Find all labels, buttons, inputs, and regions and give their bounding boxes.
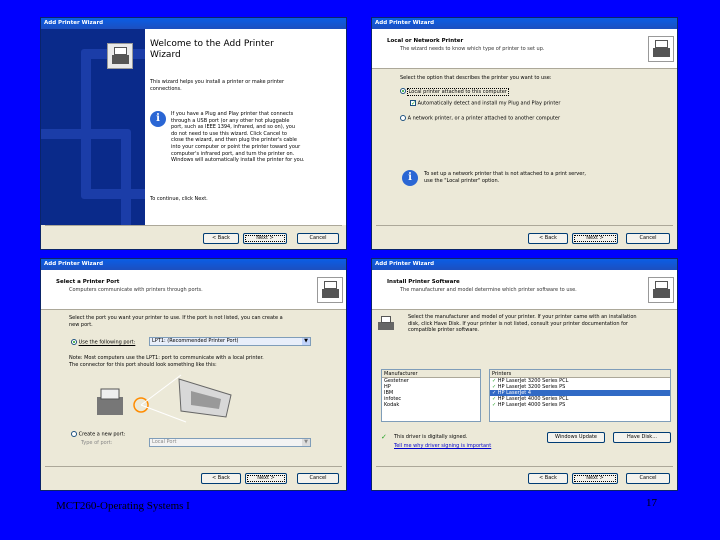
use-port-radio[interactable]	[71, 339, 77, 345]
page-heading: Select a Printer Port	[56, 279, 120, 285]
back-button[interactable]: < Back	[528, 473, 568, 484]
printer-port-wizard-window: Add Printer Wizard Select a Printer Port…	[40, 258, 347, 491]
manufacturer-header[interactable]: Manufacturer	[382, 370, 480, 378]
list-item[interactable]: Kodak	[382, 402, 480, 408]
network-printer-option[interactable]: A network printer, or a printer attached…	[400, 115, 560, 122]
network-printer-label: A network printer, or a printer attached…	[407, 115, 561, 122]
signed-text: This driver is digitally signed.	[394, 434, 468, 440]
use-port-option[interactable]: Use the following port:	[71, 339, 135, 346]
info-text: To set up a network printer that is not …	[424, 171, 586, 184]
page-subheading: Computers communicate with printers thro…	[69, 287, 203, 293]
auto-detect-option[interactable]: ✓ Automatically detect and install my Pl…	[410, 100, 560, 107]
back-button[interactable]: < Back	[203, 233, 239, 244]
use-port-label: Use the following port:	[78, 339, 136, 346]
printers-header[interactable]: Printers	[490, 370, 670, 378]
cancel-button[interactable]: Cancel	[626, 473, 670, 484]
local-printer-label: Local printer attached to this computer	[406, 87, 509, 96]
manufacturer-list[interactable]: Manufacturer Gestetner HP IBM infotec Ko…	[381, 369, 481, 422]
port-dropdown-value: LPT1: (Recommended Printer Port)	[152, 338, 239, 344]
auto-detect-label: Automatically detect and install my Plug…	[417, 100, 561, 107]
title-bar: Add Printer Wizard	[41, 18, 346, 29]
network-printer-radio[interactable]	[400, 115, 406, 121]
printers-list[interactable]: Printers ✓ HP LaserJet 3200 Series PCL ✓…	[489, 369, 671, 422]
welcome-wizard-window: Add Printer Wizard Welcome to the Add Pr…	[40, 17, 347, 250]
create-port-option[interactable]: Create a new port:	[71, 431, 125, 438]
printer-icon	[107, 43, 133, 69]
printer-small-icon	[376, 314, 396, 332]
software-prompt: Select the manufacturer and model of you…	[408, 314, 637, 334]
port-type-dropdown[interactable]: Local Port ▼	[149, 438, 311, 447]
printer-software-wizard-window: Add Printer Wizard Install Printer Softw…	[371, 258, 678, 491]
welcome-panel: Welcome to the Add Printer Wizard This w…	[145, 29, 346, 225]
local-printer-option[interactable]: Local printer attached to this computer	[400, 87, 509, 96]
create-port-radio[interactable]	[71, 431, 77, 437]
port-type-label: Type of port:	[81, 440, 113, 446]
windows-update-button[interactable]: Windows Update	[547, 432, 605, 443]
wizard-side-art	[41, 29, 145, 225]
title-bar: Add Printer Wizard	[372, 18, 677, 29]
printer-icon	[317, 277, 343, 303]
cancel-button[interactable]: Cancel	[297, 233, 339, 244]
auto-detect-checkbox[interactable]: ✓	[410, 100, 416, 107]
callout-line	[140, 404, 187, 423]
port-dropdown[interactable]: LPT1: (Recommended Printer Port) ▼	[149, 337, 311, 346]
printer-icon	[648, 277, 674, 303]
info-text: If you have a Plug and Play printer that…	[171, 111, 305, 164]
next-button[interactable]: Next >	[245, 473, 287, 484]
printer-body	[97, 397, 123, 415]
info-icon: i	[150, 111, 166, 127]
decorative-ring	[81, 49, 145, 199]
next-button[interactable]: Next >	[243, 233, 287, 244]
cancel-button[interactable]: Cancel	[297, 473, 339, 484]
page-number: 17	[646, 497, 657, 509]
cancel-button[interactable]: Cancel	[626, 233, 670, 244]
page-heading: Install Printer Software	[387, 279, 460, 285]
info-icon: i	[402, 170, 418, 186]
printer-icon	[648, 36, 674, 62]
local-printer-radio[interactable]	[400, 88, 406, 94]
title-bar: Add Printer Wizard	[372, 259, 677, 270]
chevron-down-icon[interactable]: ▼	[302, 338, 310, 345]
port-type-value: Local Port	[152, 439, 177, 445]
list-item[interactable]: ✓ HP LaserJet 4000 Series PS	[490, 402, 670, 408]
page-subheading: The manufacturer and model determine whi…	[400, 287, 577, 293]
chevron-down-icon[interactable]: ▼	[302, 439, 310, 446]
next-button[interactable]: Next >	[572, 473, 618, 484]
divider	[45, 466, 342, 467]
wizard-header: Install Printer Software The manufacture…	[372, 270, 677, 310]
printer-paper	[100, 388, 120, 400]
port-prompt: Select the port you want your printer to…	[69, 315, 283, 328]
lpt-connector-illustration	[97, 374, 232, 423]
wizard-header: Select a Printer Port Computers communic…	[41, 270, 346, 310]
driver-signing-link[interactable]: Tell me why driver signing is important	[394, 443, 491, 449]
create-port-label: Create a new port:	[78, 431, 126, 438]
signed-check-icon: ✓	[381, 433, 387, 441]
divider	[376, 466, 673, 467]
welcome-heading: Welcome to the Add Printer	[150, 39, 274, 49]
option-prompt: Select the option that describes the pri…	[400, 75, 552, 81]
page-subheading: The wizard needs to know which type of p…	[400, 46, 545, 52]
intro-text: This wizard helps you install a printer …	[150, 79, 285, 92]
printer-type-wizard-window: Add Printer Wizard Local or Network Prin…	[371, 17, 678, 250]
wizard-header: Local or Network Printer The wizard need…	[372, 29, 677, 69]
title-bar: Add Printer Wizard	[41, 259, 346, 270]
divider	[45, 225, 342, 226]
divider	[376, 225, 673, 226]
callout-line	[140, 374, 182, 406]
back-button[interactable]: < Back	[528, 233, 568, 244]
course-title: MCT260-Operating Systems I	[56, 500, 190, 512]
back-button[interactable]: < Back	[201, 473, 241, 484]
welcome-heading-line2: Wizard	[150, 50, 181, 60]
page-heading: Local or Network Printer	[387, 38, 464, 44]
have-disk-button[interactable]: Have Disk...	[613, 432, 671, 443]
next-button[interactable]: Next >	[572, 233, 618, 244]
continue-text: To continue, click Next.	[150, 196, 208, 202]
